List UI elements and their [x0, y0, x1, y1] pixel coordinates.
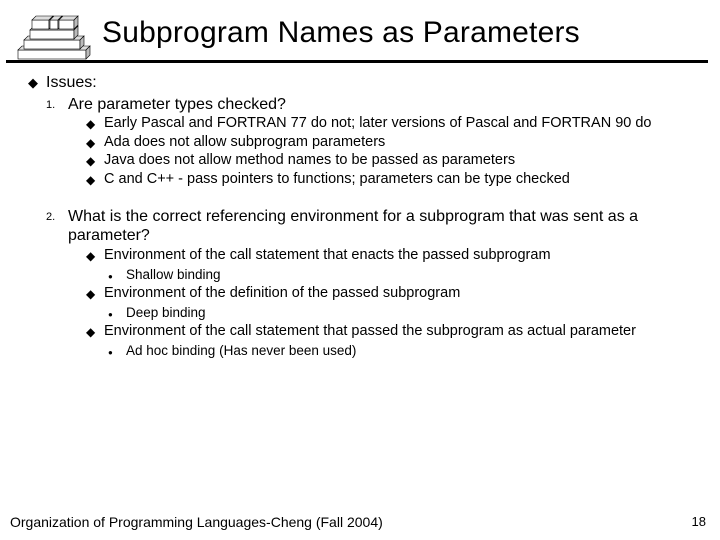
- question-2: What is the correct referencing environm…: [68, 207, 702, 246]
- dot-bullet-icon: ●: [108, 267, 126, 283]
- diamond-bullet-icon: ◆: [86, 171, 104, 189]
- diamond-bullet-icon: ◆: [86, 247, 104, 265]
- footer-text: Organization of Programming Languages-Ch…: [10, 514, 383, 530]
- diamond-bullet-icon: ◆: [28, 73, 46, 93]
- list-number: 2.: [46, 207, 68, 246]
- slide-content: ◆ Issues: 1. Are parameter types checked…: [0, 63, 720, 359]
- slide-title: Subprogram Names as Parameters: [92, 16, 580, 50]
- page-number: 18: [692, 514, 710, 530]
- dot-bullet-icon: ●: [108, 305, 126, 321]
- slide-header: Subprogram Names as Parameters: [6, 0, 708, 63]
- question-1: Are parameter types checked?: [68, 95, 286, 115]
- q2-binding: Ad hoc binding (Has never been used): [126, 343, 356, 359]
- pyramid-icon: [12, 6, 92, 60]
- q2-binding: Deep binding: [126, 305, 206, 321]
- q1-point: C and C++ - pass pointers to functions; …: [104, 171, 570, 189]
- issues-label: Issues:: [46, 73, 97, 93]
- list-number: 1.: [46, 95, 68, 115]
- q1-point: Early Pascal and FORTRAN 77 do not; late…: [104, 115, 652, 133]
- slide-footer: Organization of Programming Languages-Ch…: [10, 514, 710, 530]
- q2-env: Environment of the definition of the pas…: [104, 285, 460, 303]
- diamond-bullet-icon: ◆: [86, 152, 104, 170]
- q1-point: Ada does not allow subprogram parameters: [104, 134, 385, 152]
- diamond-bullet-icon: ◆: [86, 285, 104, 303]
- q1-point: Java does not allow method names to be p…: [104, 152, 515, 170]
- q2-env: Environment of the call statement that p…: [104, 323, 636, 341]
- diamond-bullet-icon: ◆: [86, 115, 104, 133]
- q2-binding: Shallow binding: [126, 267, 221, 283]
- dot-bullet-icon: ●: [108, 343, 126, 359]
- q2-env: Environment of the call statement that e…: [104, 247, 551, 265]
- diamond-bullet-icon: ◆: [86, 323, 104, 341]
- diamond-bullet-icon: ◆: [86, 134, 104, 152]
